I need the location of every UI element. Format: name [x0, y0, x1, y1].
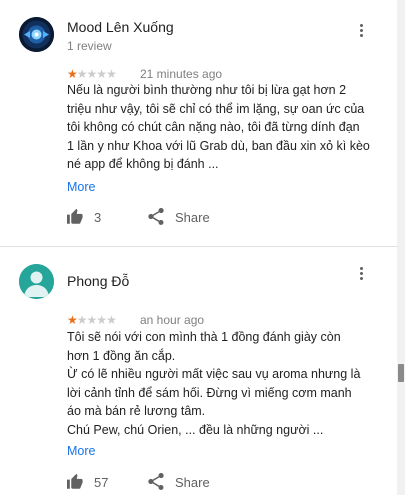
more-vert-icon[interactable] [357, 267, 365, 285]
review-text-line: lời cảnh tỉnh để sám hối. Đừng vì miếng … [67, 385, 352, 400]
review-text-line: Tôi sẽ nói với con mình thà 1 đồng đánh … [67, 330, 341, 344]
star-filled-icon: ★ [67, 67, 78, 81]
like-button[interactable]: 57 [67, 472, 127, 492]
avatar[interactable] [19, 17, 54, 52]
reviewer-name[interactable]: Mood Lên Xuống [67, 19, 174, 35]
review-text-line: tôi không có chút cân nặng nào, tôi đã t… [67, 120, 360, 134]
more-vert-icon[interactable] [357, 24, 365, 42]
like-button[interactable]: 3 [67, 207, 127, 227]
review-text-line: Chú Pew, chú Orien, ... đều là những ngư… [67, 422, 324, 437]
star-empty-icon: ★ [96, 313, 107, 327]
star-filled-icon: ★ [67, 313, 78, 327]
review-text-line: Nếu là người bình thường như tôi bị lừa … [67, 83, 347, 97]
share-label: Share [175, 210, 210, 225]
reviewer-review-count: 1 review [67, 39, 112, 53]
star-rating: ★★★★★ [67, 313, 117, 327]
share-button[interactable]: Share [148, 472, 218, 492]
share-icon [148, 208, 164, 225]
star-empty-icon: ★ [86, 67, 98, 81]
review-time: an hour ago [140, 313, 205, 327]
review-text-line: né app để không bị đánh ... [67, 157, 219, 171]
star-empty-icon: ★ [106, 67, 117, 81]
star-rating: ★★★★★ [67, 67, 117, 81]
review-text-line: 1 lần y như Khoa với lũ Grab dù, ban đầu… [67, 138, 370, 153]
like-count: 57 [94, 475, 109, 490]
share-icon [148, 473, 164, 490]
review-text: Tôi sẽ nói với con mình thà 1 đồng đánh … [67, 328, 377, 439]
person-icon [19, 264, 54, 299]
review-text-line: hơn 1 đồng ăn cắp. [67, 348, 176, 363]
avatar[interactable] [19, 264, 54, 299]
review-text-line: triệu như vậy, tôi sẽ chỉ có thể im lặng… [67, 101, 365, 116]
star-empty-icon: ★ [86, 313, 98, 327]
review-text-line: Ừ có lẽ nhiều người mất việc sau vụ arom… [67, 367, 361, 381]
more-link[interactable]: More [67, 444, 95, 458]
thumb-up-icon [67, 473, 83, 489]
star-empty-icon: ★ [106, 313, 117, 327]
review-text-line: áo mà bán rẻ lương tâm. [67, 404, 206, 418]
more-link[interactable]: More [67, 180, 95, 194]
review-card: Mood Lên Xuống 1 review ★★★★★ 21 minutes… [0, 0, 397, 246]
share-button[interactable]: Share [148, 207, 218, 227]
star-empty-icon: ★ [96, 67, 107, 81]
star-empty-icon: ★ [76, 67, 88, 81]
scrollbar-track[interactable] [397, 0, 405, 495]
review-time: 21 minutes ago [140, 67, 223, 81]
thumb-up-icon [67, 208, 83, 224]
share-label: Share [175, 475, 210, 490]
scrollbar-thumb[interactable] [398, 364, 404, 382]
avatar-image [19, 17, 54, 52]
reviewer-name[interactable]: Phong Đỗ [67, 273, 129, 289]
like-count: 3 [94, 210, 102, 225]
star-empty-icon: ★ [76, 313, 88, 327]
review-card: Phong Đỗ ★★★★★ an hour ago Tôi sẽ nói vớ… [0, 247, 397, 495]
review-text: Nếu là người bình thường như tôi bị lừa … [67, 81, 377, 174]
